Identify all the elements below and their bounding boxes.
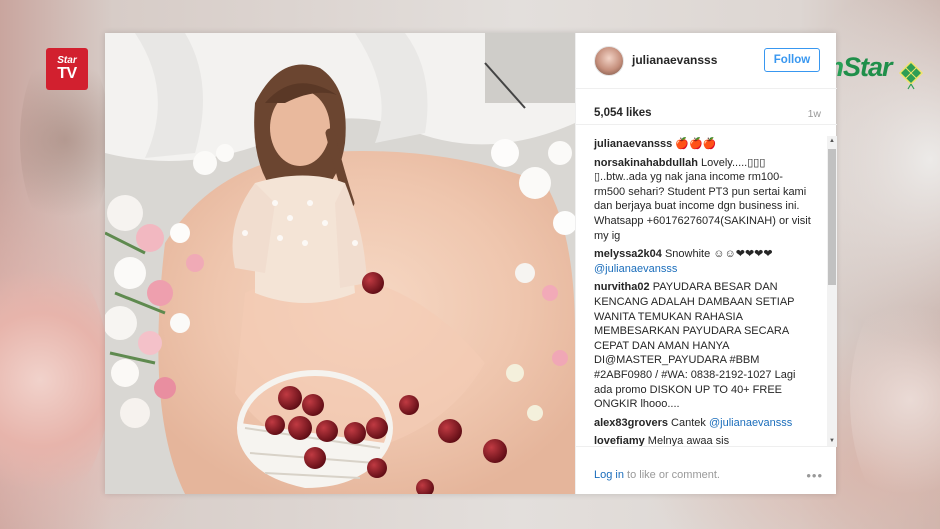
comment-text: PAYUDARA BESAR DAN KENCANG ADALAH DAMBAA… bbox=[594, 281, 796, 411]
scroll-down-arrow-icon[interactable]: ▼ bbox=[828, 437, 836, 445]
comment-item: melyssa2k04 Snowhite ☺☺❤❤❤❤ @julianaevan… bbox=[594, 247, 812, 276]
follow-button[interactable]: Follow bbox=[764, 48, 820, 72]
background-blur-flowers bbox=[0, 250, 110, 510]
comment-text: Cantek bbox=[668, 416, 709, 429]
comment-item: alex83grovers Cantek @julianaevansss bbox=[594, 416, 812, 431]
post-username[interactable]: julianaevansss bbox=[632, 53, 717, 67]
login-prompt-text: to like or comment. bbox=[623, 469, 720, 481]
comment-mention[interactable]: @julianaevansss bbox=[594, 263, 677, 275]
comment-author[interactable]: norsakinahabdullah bbox=[594, 157, 698, 169]
post-header: julianaevansss Follow bbox=[576, 33, 837, 89]
instagram-post-card: julianaevansss Follow 5,054 likes 1w jul… bbox=[105, 33, 837, 494]
scrollbar-thumb[interactable] bbox=[828, 149, 836, 285]
star-tv-logo: Star TV bbox=[46, 48, 88, 90]
post-photo-illustration bbox=[105, 33, 575, 494]
comment-item: nurvitha02 PAYUDARA BESAR DAN KENCANG AD… bbox=[594, 280, 812, 411]
comment-author[interactable]: julianaevansss bbox=[594, 138, 672, 150]
comment-item: julianaevansss 🍎🍎🍎 bbox=[594, 137, 812, 152]
comment-author[interactable]: melyssa2k04 bbox=[594, 248, 662, 260]
login-prompt: Log in to like or comment. bbox=[594, 469, 720, 481]
post-photo[interactable] bbox=[105, 33, 575, 494]
comment-item: norsakinahabdullah Lovely.....▯▯▯ ▯..btw… bbox=[594, 156, 812, 244]
post-age[interactable]: 1w bbox=[808, 108, 821, 120]
ketupat-icon bbox=[898, 60, 924, 90]
comment-mention[interactable]: @julianaevansss bbox=[709, 417, 792, 429]
scroll-up-arrow-icon[interactable]: ▲ bbox=[828, 137, 836, 145]
more-options-icon[interactable]: ••• bbox=[806, 468, 823, 483]
mstar-logo-text: Star bbox=[843, 52, 893, 82]
comment-text: Snowhite ☺☺❤❤❤❤ bbox=[661, 248, 773, 261]
star-tv-logo-line2: TV bbox=[57, 65, 77, 82]
comment-author[interactable]: alex83grovers bbox=[594, 417, 668, 429]
post-footer: Log in to like or comment. ••• bbox=[576, 446, 837, 495]
comment-author[interactable]: nurvitha02 bbox=[594, 281, 650, 293]
post-stats: 5,054 likes 1w bbox=[576, 88, 837, 124]
comment-text: Lovely.....▯▯▯ ▯..btw..ada yg nak jana i… bbox=[594, 156, 811, 242]
comments-list[interactable]: julianaevansss 🍎🍎🍎 norsakinahabdullah Lo… bbox=[576, 124, 837, 447]
comments-scrollbar[interactable]: ▲ ▼ bbox=[827, 136, 837, 446]
post-sidebar: julianaevansss Follow 5,054 likes 1w jul… bbox=[575, 33, 837, 494]
comment-text: 🍎🍎🍎 bbox=[672, 138, 717, 150]
background-blur-dress bbox=[850, 280, 940, 520]
likes-count[interactable]: 5,054 likes bbox=[594, 107, 652, 119]
avatar[interactable] bbox=[594, 46, 624, 76]
login-link[interactable]: Log in bbox=[594, 469, 624, 481]
